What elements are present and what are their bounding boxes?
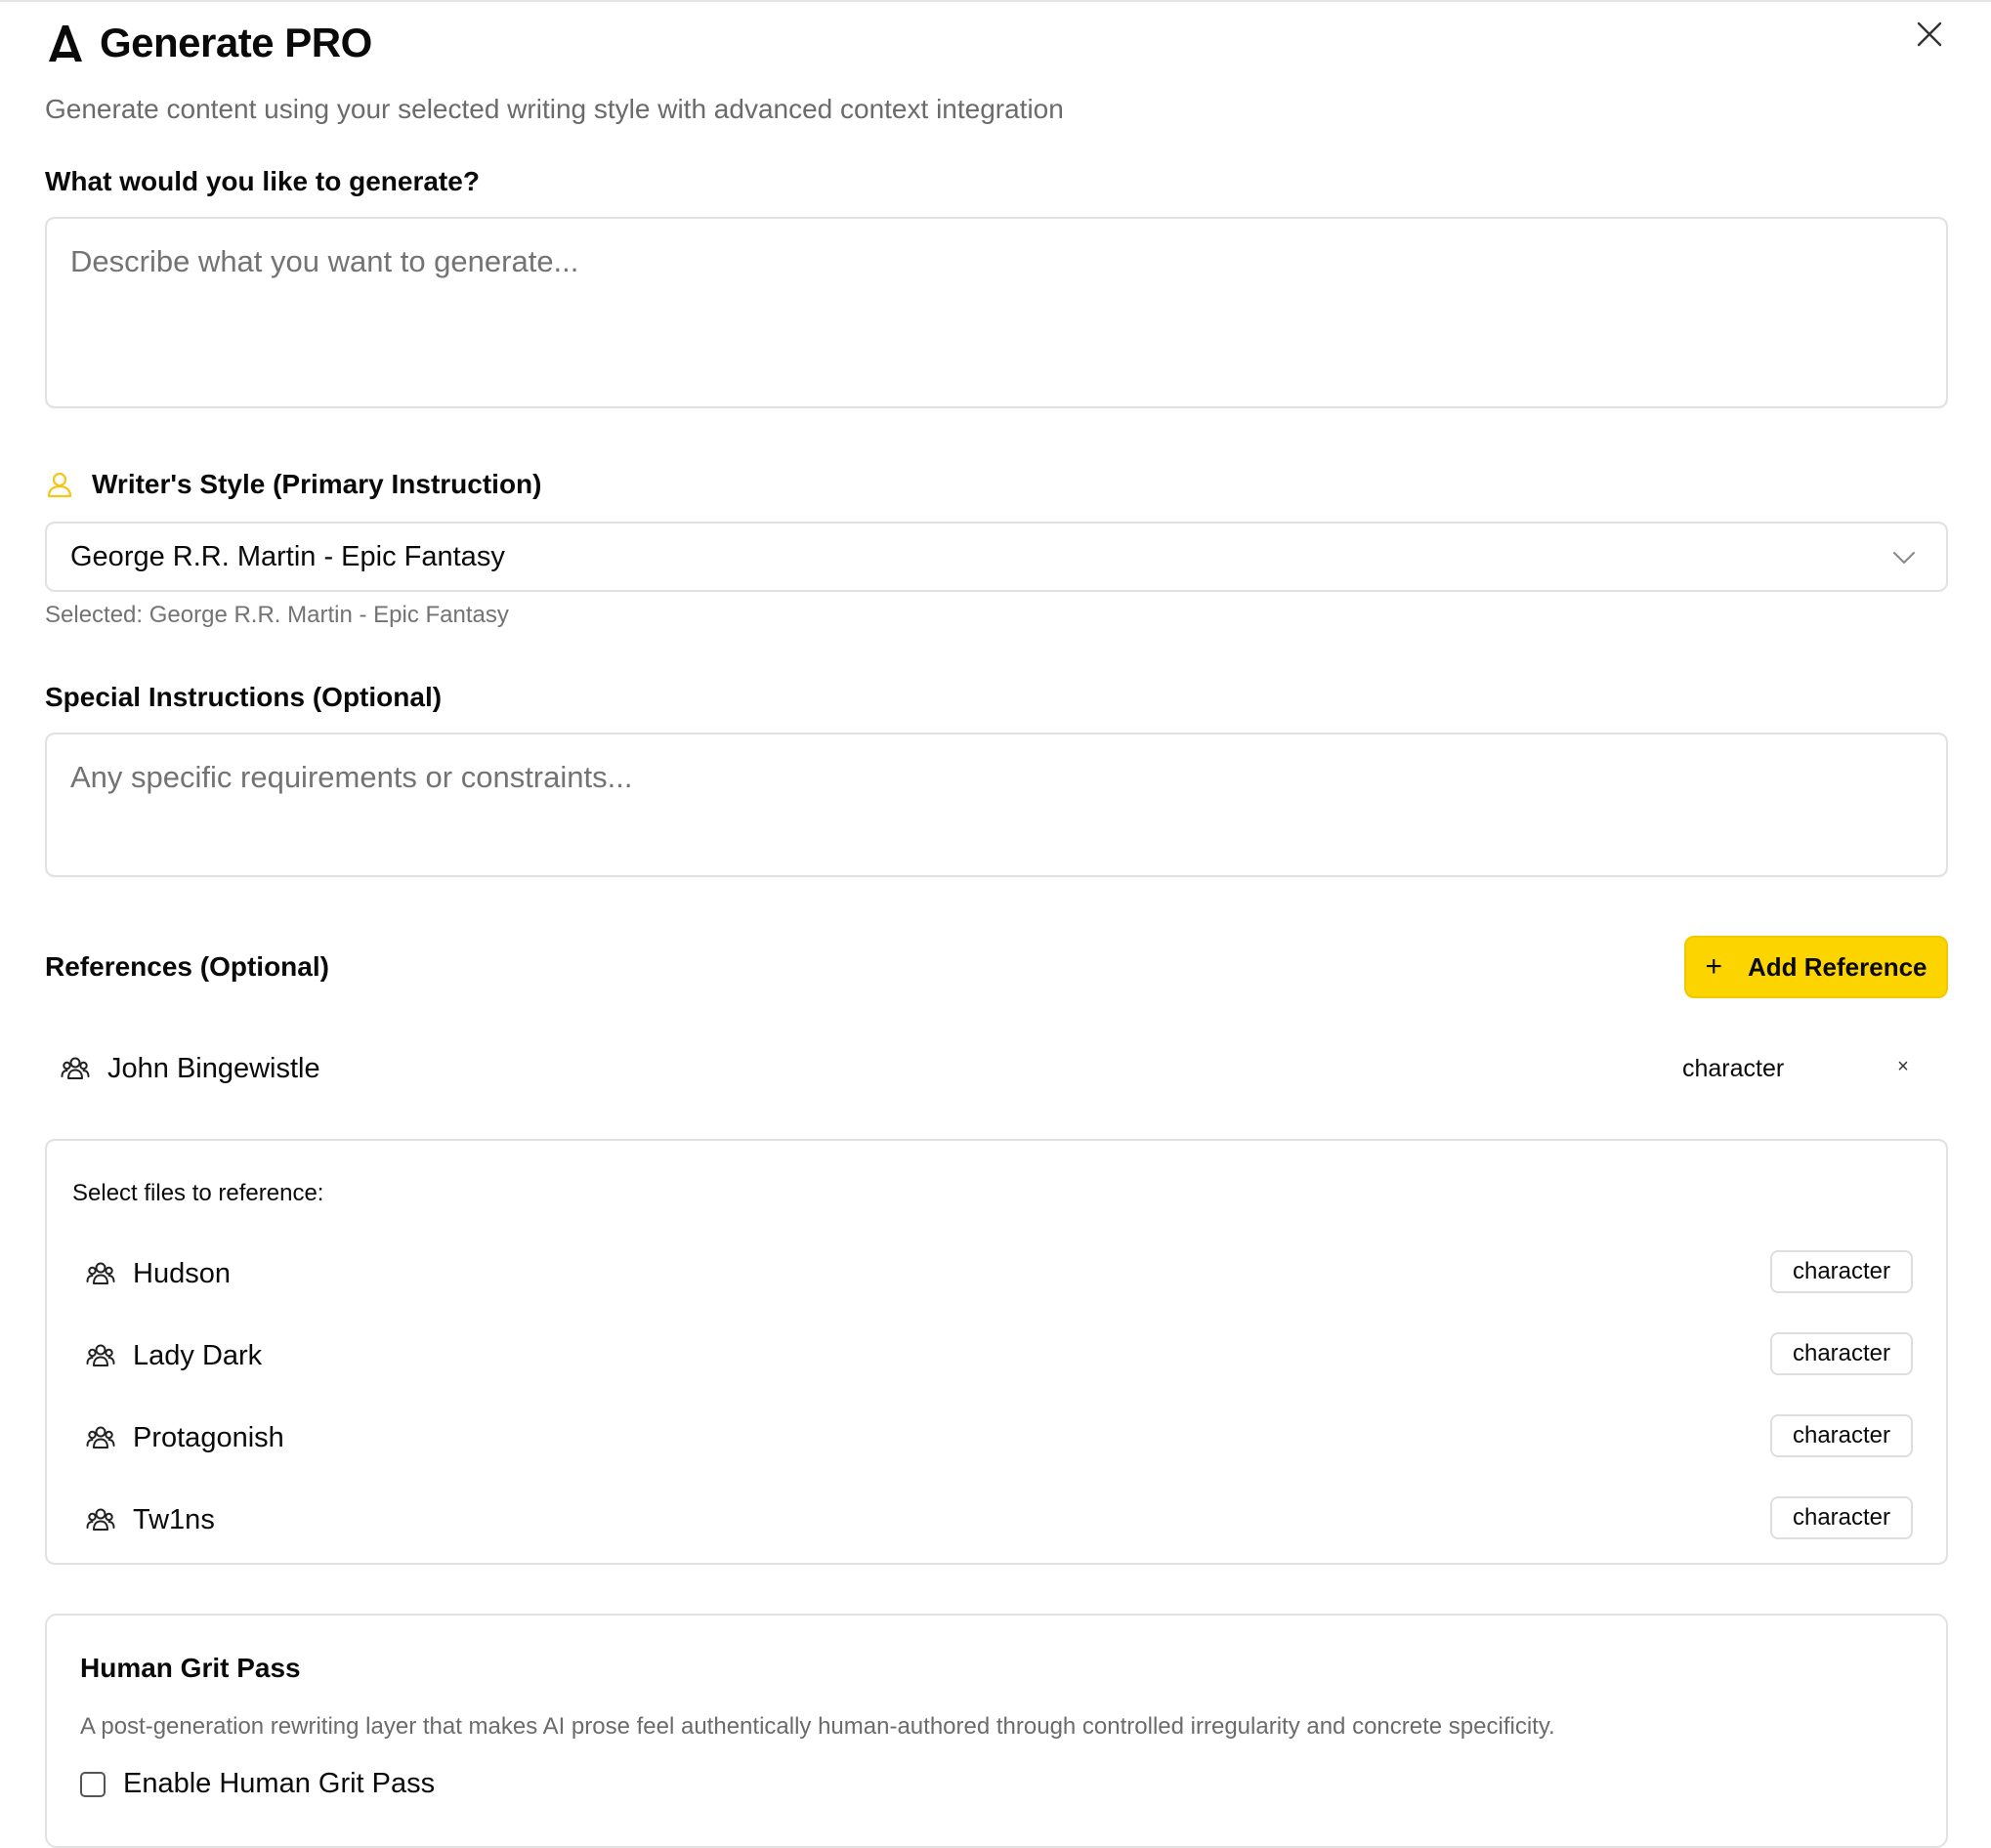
enable-grit-toggle[interactable]: Enable Human Grit Pass: [80, 1768, 435, 1800]
prompt-placeholder: Describe what you want to generate...: [70, 244, 579, 278]
file-selector-panel: Select files to reference: Hudson charac…: [45, 1139, 1948, 1565]
users-icon: [86, 1508, 115, 1531]
users-icon: [86, 1262, 115, 1284]
writer-style-label: Writer's Style (Primary Instruction): [45, 469, 541, 500]
file-item-name: Tw1ns: [133, 1503, 215, 1535]
file-item-name: Protagonish: [133, 1421, 284, 1453]
app-logo-icon: [49, 25, 82, 62]
users-icon: [86, 1344, 115, 1366]
file-item-protagonish[interactable]: Protagonish character: [70, 1408, 1927, 1467]
dialog-title: Generate PRO: [100, 20, 372, 65]
selected-reference-name: John Bingewistle: [107, 1052, 320, 1084]
users-icon: [86, 1426, 115, 1449]
file-item-tw1ns[interactable]: Tw1ns character: [70, 1491, 1927, 1549]
generate-pro-dialog: Generate PRO Generate content using your…: [0, 0, 1991, 1848]
enable-grit-label: Enable Human Grit Pass: [123, 1768, 436, 1799]
special-instructions-label: Special Instructions (Optional): [45, 682, 443, 712]
file-item-hudson[interactable]: Hudson character: [70, 1244, 1927, 1303]
file-type-badge: character: [1770, 1496, 1913, 1539]
special-instructions-placeholder: Any specific requirements or constraints…: [70, 760, 633, 794]
add-reference-button[interactable]: + Add Reference: [1684, 936, 1948, 998]
users-icon: [61, 1057, 90, 1079]
references-label: References (Optional): [45, 951, 329, 982]
file-item-lady-dark[interactable]: Lady Dark character: [70, 1326, 1927, 1385]
dialog-header: Generate PRO: [45, 20, 372, 66]
enable-grit-checkbox[interactable]: [80, 1771, 106, 1797]
chevron-down-icon: [1893, 552, 1915, 564]
writer-style-value: George R.R. Martin - Epic Fantasy: [70, 540, 505, 572]
writer-style-label-text: Writer's Style (Primary Instruction): [92, 469, 542, 499]
prompt-textarea[interactable]: Describe what you want to generate...: [45, 217, 1948, 408]
special-instructions-textarea[interactable]: Any specific requirements or constraints…: [45, 733, 1948, 877]
file-type-badge: character: [1770, 1250, 1913, 1293]
file-type-badge: character: [1770, 1332, 1913, 1375]
selected-reference-row: John Bingewistle: [45, 1043, 1948, 1094]
grit-description: A post-generation rewriting layer that m…: [80, 1713, 1555, 1740]
remove-reference-button[interactable]: ×: [1891, 1055, 1915, 1078]
writer-style-select[interactable]: George R.R. Martin - Epic Fantasy: [45, 522, 1948, 592]
human-grit-pass-panel: Human Grit Pass A post-generation rewrit…: [45, 1614, 1948, 1848]
file-type-badge: character: [1770, 1414, 1913, 1457]
writer-style-hint: Selected: George R.R. Martin - Epic Fant…: [45, 602, 509, 628]
close-icon: [1917, 21, 1942, 47]
grit-title: Human Grit Pass: [80, 1653, 301, 1683]
user-icon: [47, 472, 72, 498]
file-item-name: Lady Dark: [133, 1339, 263, 1371]
dialog-subtitle: Generate content using your selected wri…: [45, 94, 1064, 124]
prompt-label: What would you like to generate?: [45, 166, 480, 196]
file-selector-title: Select files to reference:: [72, 1180, 324, 1206]
selected-reference-type: character: [1682, 1055, 1785, 1082]
plus-icon: +: [1705, 950, 1723, 983]
add-reference-label: Add Reference: [1748, 951, 1927, 982]
close-button[interactable]: [1913, 18, 1946, 51]
file-item-name: Hudson: [133, 1257, 231, 1289]
